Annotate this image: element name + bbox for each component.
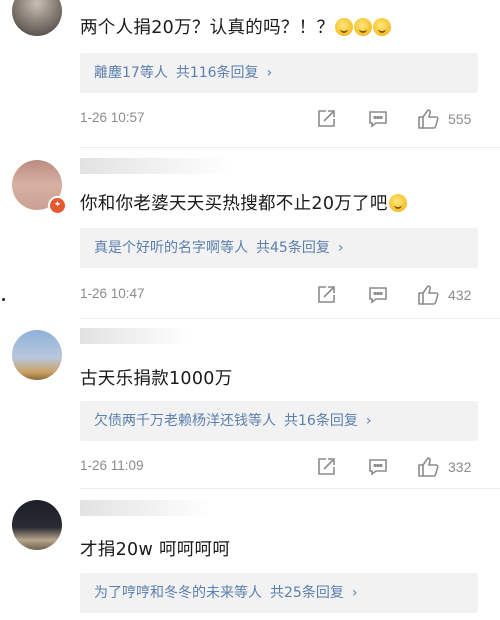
thumbs-up-icon[interactable] <box>417 284 441 306</box>
comment-text: 你和你老婆天天买热搜都不止20万了吧 <box>80 190 407 215</box>
smile-emoji-icon <box>373 18 392 36</box>
reply-summary[interactable]: 欠债两千万老赖杨洋还钱等人 共16条回复 › <box>80 401 478 441</box>
chevron-right-icon: › <box>337 240 344 256</box>
reply-users: 真是个好听的名字啊等人 <box>94 240 248 256</box>
comment-icon[interactable] <box>367 108 389 130</box>
reply-users: 離塵17等人 <box>94 65 168 81</box>
comment-icon[interactable] <box>367 284 389 306</box>
comment-meta: 1-26 10:57 555 <box>80 108 478 132</box>
comment-text: 古天乐捐款1000万 <box>80 369 233 389</box>
reply-summary[interactable]: 真是个好听的名字啊等人 共45条回复 › <box>80 228 478 268</box>
divider <box>80 318 500 319</box>
share-icon[interactable] <box>315 456 337 478</box>
share-icon[interactable] <box>315 108 337 130</box>
timestamp: 1-26 10:47 <box>80 286 145 301</box>
thumbs-up-icon[interactable] <box>417 456 441 478</box>
reply-summary[interactable]: 为了哼哼和冬冬的未来等人 共25条回复 › <box>80 573 478 613</box>
smile-emoji-icon <box>354 18 373 36</box>
chevron-right-icon: › <box>266 65 273 81</box>
reply-count: 共25条回复 <box>270 585 344 601</box>
comment-text: 才捐20w 呵呵呵呵 <box>80 540 231 560</box>
like-count: 432 <box>448 287 472 303</box>
reply-count: 共45条回复 <box>256 240 330 256</box>
verified-badge-icon: ✦ <box>48 196 67 215</box>
divider <box>80 488 500 489</box>
chevron-right-icon: › <box>351 585 358 601</box>
avatar[interactable] <box>12 500 62 550</box>
share-icon[interactable] <box>315 284 337 306</box>
like-count: 332 <box>448 459 472 475</box>
avatar[interactable] <box>12 0 62 36</box>
comment-meta: 1-26 10:47 432 <box>80 284 478 308</box>
timestamp: 1-26 10:57 <box>80 110 145 125</box>
stray-dot <box>2 298 5 301</box>
reply-count: 共116条回复 <box>175 65 259 81</box>
divider <box>80 147 500 148</box>
like-count: 555 <box>448 111 472 127</box>
username-obscured <box>80 158 230 174</box>
smile-emoji-icon <box>335 18 354 36</box>
timestamp: 1-26 11:09 <box>80 458 144 473</box>
reply-users: 为了哼哼和冬冬的未来等人 <box>94 585 262 601</box>
chevron-right-icon: › <box>365 413 372 429</box>
reply-summary[interactable]: 離塵17等人 共116条回复 › <box>80 53 478 93</box>
smile-emoji-icon <box>388 194 407 212</box>
comment-icon[interactable] <box>367 456 389 478</box>
comment-text: 两个人捐20万？认真的吗？！？ <box>80 14 392 39</box>
username-obscured <box>80 500 210 516</box>
reply-users: 欠债两千万老赖杨洋还钱等人 <box>94 413 276 429</box>
reply-count: 共16条回复 <box>284 413 358 429</box>
username-obscured <box>80 328 190 344</box>
thumbs-up-icon[interactable] <box>417 108 441 130</box>
comment-meta: 1-26 11:09 332 <box>80 456 478 480</box>
avatar[interactable] <box>12 330 62 380</box>
